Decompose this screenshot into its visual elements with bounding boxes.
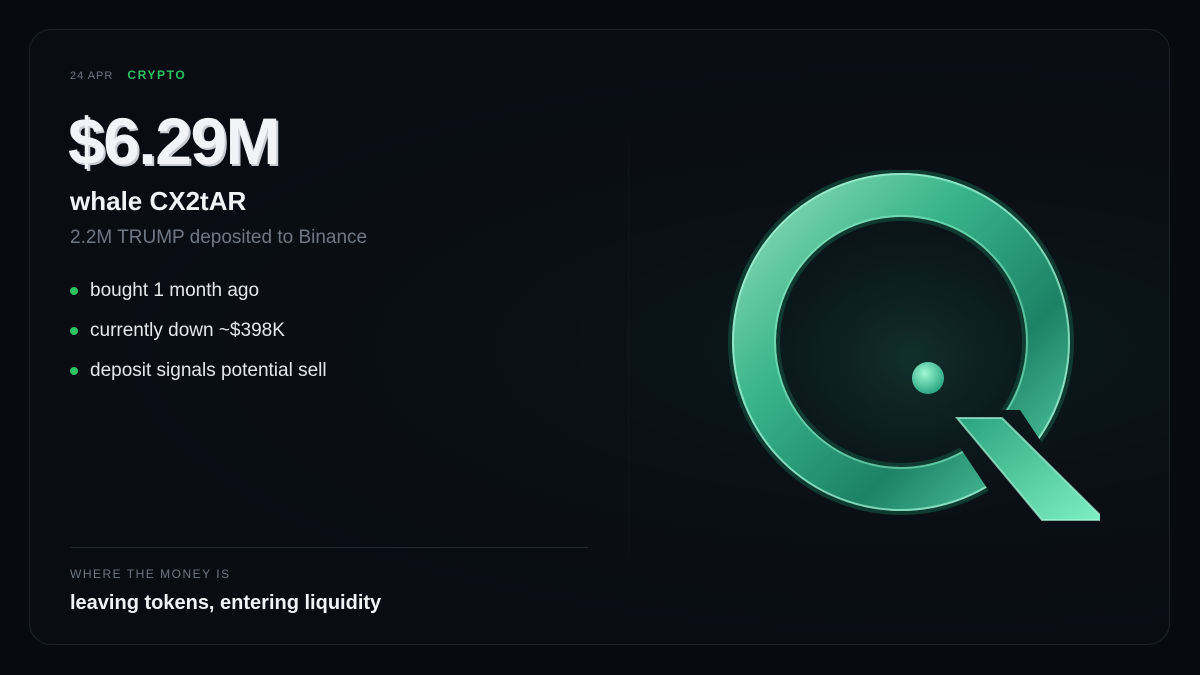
news-card: 24 APR CRYPTO $6.29M whale CX2tAR 2.2M T…: [29, 29, 1170, 645]
footer-tagline: leaving tokens, entering liquidity: [70, 592, 382, 614]
footer-divider: [70, 547, 588, 548]
list-item: bought 1 month ago: [70, 278, 327, 318]
q-logo-icon: [720, 170, 1100, 550]
bullet-text: deposit signals potential sell: [90, 360, 327, 381]
list-item: deposit signals potential sell: [70, 358, 327, 398]
category-tag: CRYPTO: [127, 68, 187, 82]
headline-subject: whale CX2tAR: [70, 186, 247, 216]
panel-divider: [628, 138, 629, 558]
bullet-dot-icon: [70, 327, 78, 335]
bullet-text: currently down ~$398K: [90, 320, 285, 341]
bullet-dot-icon: [70, 367, 78, 375]
bullet-text: bought 1 month ago: [90, 280, 260, 301]
bullet-dot-icon: [70, 287, 78, 295]
bullet-list: bought 1 month ago currently down ~$398K…: [70, 278, 327, 398]
date-label: 24 APR: [70, 70, 114, 82]
headline-detail: 2.2M TRUMP deposited to Binance: [70, 227, 368, 248]
content-column: 24 APR CRYPTO $6.29M whale CX2tAR 2.2M T…: [68, 30, 590, 644]
headline-amount: $6.29M: [68, 104, 281, 178]
list-item: currently down ~$398K: [70, 318, 327, 358]
card-meta: 24 APR CRYPTO: [70, 68, 186, 82]
footer-label: WHERE THE MONEY IS: [70, 567, 231, 581]
